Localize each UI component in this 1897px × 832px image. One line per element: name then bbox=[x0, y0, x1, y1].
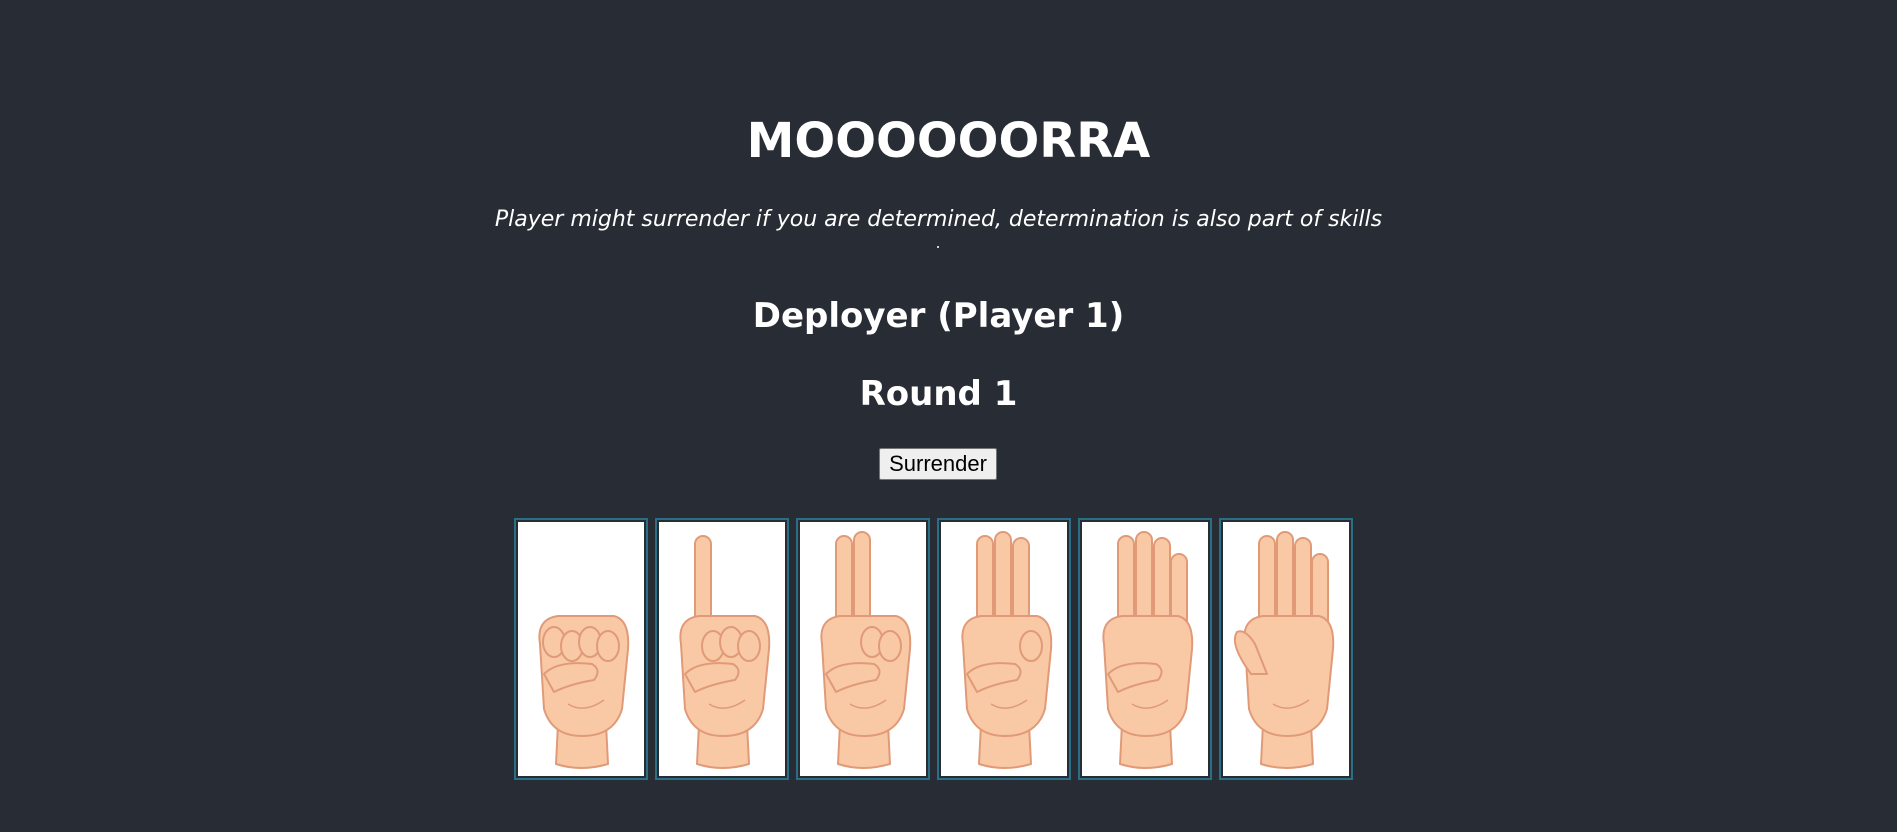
five-fingers-icon bbox=[1233, 531, 1335, 769]
two-fingers-icon bbox=[820, 531, 912, 769]
game-title: MOOOOOORRA bbox=[746, 113, 1151, 169]
three-fingers-card[interactable] bbox=[937, 518, 1071, 780]
player-label: Deployer (Player 1) bbox=[752, 296, 1125, 336]
game-subtitle: Player might surrender if you are determ… bbox=[494, 207, 1383, 232]
three-fingers-icon bbox=[961, 531, 1053, 769]
one-finger-card[interactable] bbox=[655, 518, 789, 780]
divider-dot bbox=[937, 246, 939, 248]
surrender-button[interactable]: Surrender bbox=[879, 448, 997, 480]
one-finger-icon bbox=[679, 535, 771, 769]
fist-card[interactable] bbox=[514, 518, 648, 780]
four-fingers-card[interactable] bbox=[1078, 518, 1212, 780]
fist-icon bbox=[538, 615, 630, 769]
five-fingers-card[interactable] bbox=[1219, 518, 1353, 780]
round-label: Round 1 bbox=[859, 374, 1018, 414]
four-fingers-icon bbox=[1102, 531, 1194, 769]
two-fingers-card[interactable] bbox=[796, 518, 930, 780]
